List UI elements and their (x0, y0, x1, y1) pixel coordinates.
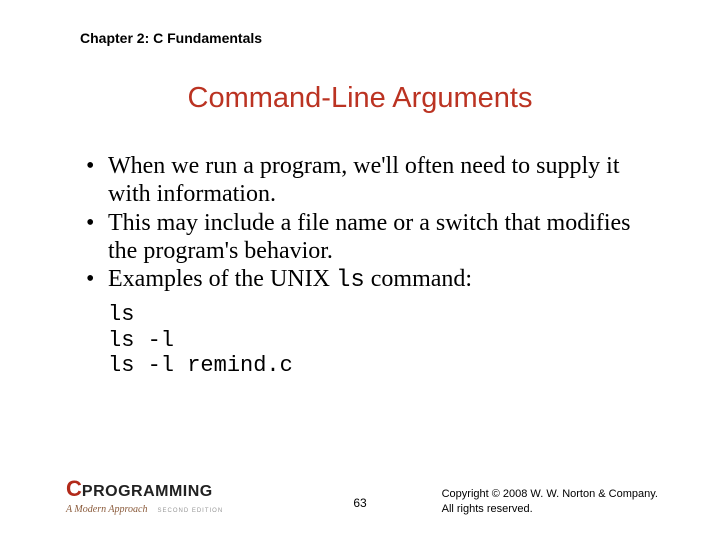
bullet-list: When we run a program, we'll often need … (80, 152, 660, 296)
copyright-line: Copyright © 2008 W. W. Norton & Company. (442, 487, 658, 501)
code-block: ls ls -l ls -l remind.c (108, 302, 660, 380)
bullet-text: When we run a program, we'll often need … (108, 153, 620, 207)
copyright: Copyright © 2008 W. W. Norton & Company.… (442, 487, 658, 516)
slide-title: Command-Line Arguments (0, 82, 720, 115)
copyright-line: All rights reserved. (442, 502, 658, 516)
footer: CPROGRAMMING A Modern Approach SECOND ED… (0, 476, 720, 516)
bullet-text-mono: ls (336, 267, 365, 294)
slide-body: When we run a program, we'll often need … (80, 152, 660, 379)
bullet-item: Examples of the UNIX ls command: (80, 265, 660, 295)
bullet-text: This may include a file name or a switch… (108, 210, 631, 264)
bullet-item: This may include a file name or a switch… (80, 209, 660, 266)
bullet-text-suffix: command: (365, 266, 472, 292)
bullet-text-prefix: Examples of the UNIX (108, 266, 336, 292)
bullet-item: When we run a program, we'll often need … (80, 152, 660, 209)
slide: Chapter 2: C Fundamentals Command-Line A… (0, 0, 720, 540)
chapter-label: Chapter 2: C Fundamentals (80, 30, 262, 46)
